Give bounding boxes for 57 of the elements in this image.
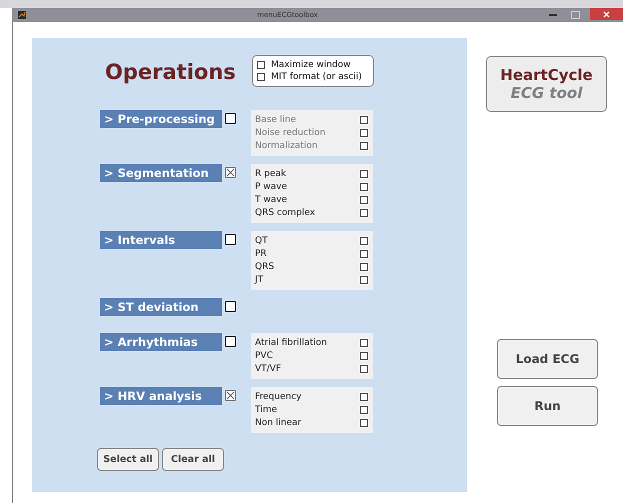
section-button[interactable]: > Arrhythmias	[100, 333, 222, 351]
section-button[interactable]: > HRV analysis	[100, 387, 222, 405]
checkbox[interactable]	[225, 301, 236, 312]
option-label: Time	[255, 404, 278, 414]
action-button[interactable]: Load ECG	[497, 339, 598, 379]
checkbox[interactable]	[257, 73, 265, 81]
close-icon	[603, 10, 610, 18]
option-label: T wave	[255, 194, 288, 204]
checkbox[interactable]	[360, 406, 368, 414]
checkbox[interactable]	[360, 352, 368, 360]
checkbox[interactable]	[225, 234, 236, 245]
option-label: Non linear	[255, 418, 302, 428]
section-button[interactable]: > ST deviation	[100, 298, 222, 316]
checkbox[interactable]	[360, 250, 368, 258]
option-label: Maximize window	[271, 60, 351, 70]
checkbox[interactable]	[225, 113, 236, 124]
checkbox[interactable]	[360, 208, 368, 216]
close-button[interactable]	[590, 8, 623, 20]
checkbox[interactable]	[225, 167, 236, 178]
checkbox[interactable]	[360, 276, 368, 284]
panel-heading: Operations	[105, 60, 237, 84]
option-label: Frequency	[255, 392, 302, 402]
option-label: MIT format (or ascii)	[271, 72, 362, 82]
option-label: JT	[255, 274, 264, 284]
app-icon	[18, 11, 26, 19]
checkbox[interactable]	[360, 236, 368, 244]
option-label: QRS complex	[255, 208, 316, 218]
option-label: P wave	[255, 182, 288, 192]
action-button[interactable]: Run	[497, 386, 598, 426]
checkbox[interactable]	[257, 61, 265, 69]
option-label: R peak	[255, 168, 286, 178]
section-button[interactable]: > Pre-processing	[100, 110, 222, 128]
option-label: Base line	[255, 114, 296, 124]
checkbox[interactable]	[360, 364, 368, 372]
checkbox[interactable]	[360, 338, 368, 346]
option-label: Noise reduction	[255, 128, 326, 138]
option-label: VT/VF	[255, 364, 282, 374]
checkbox[interactable]	[360, 196, 368, 204]
option-label: PR	[255, 248, 267, 258]
option-label: PVC	[255, 350, 273, 360]
option-label: Normalization	[255, 140, 318, 150]
section-button[interactable]: > Intervals	[100, 231, 222, 249]
section-button[interactable]: > Segmentation	[100, 164, 222, 182]
brand-name: HeartCycle	[500, 66, 593, 84]
checkbox[interactable]	[360, 182, 368, 190]
checkbox[interactable]	[225, 390, 236, 401]
panel-button[interactable]: Select all	[97, 448, 159, 471]
checkbox[interactable]	[360, 418, 368, 426]
checkbox[interactable]	[360, 170, 368, 178]
option-label: Atrial fibrillation	[255, 338, 327, 348]
checkbox[interactable]	[360, 262, 368, 270]
option-label: QRS	[255, 262, 274, 272]
checkbox[interactable]	[225, 336, 236, 347]
panel-button[interactable]: Clear all	[162, 448, 224, 471]
brand-subtitle: ECG tool	[510, 84, 582, 102]
option-label: QT	[255, 236, 268, 246]
checkbox[interactable]	[360, 392, 368, 400]
